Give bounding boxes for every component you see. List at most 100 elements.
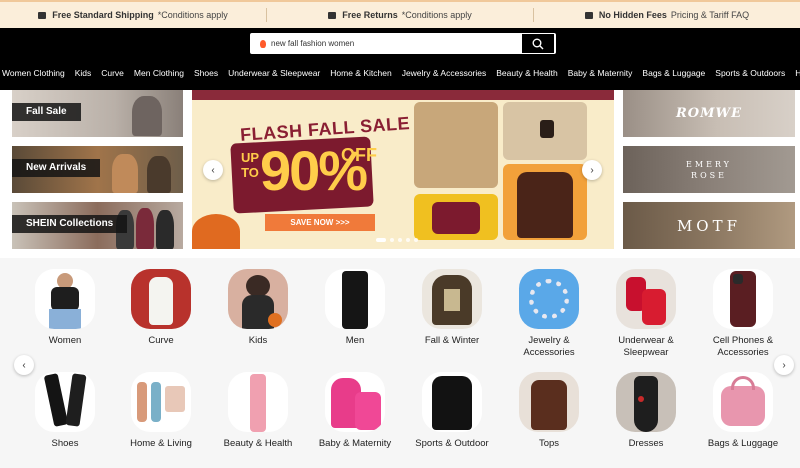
category-label: Cell Phones & Accessories: [712, 335, 774, 358]
promo-bar: Free Standard Shipping *Conditions apply…: [0, 0, 800, 28]
category-item[interactable]: Men: [311, 269, 399, 347]
category-item[interactable]: Home & Living: [117, 372, 205, 450]
category-item[interactable]: Cell Phones & Accessories: [699, 269, 787, 359]
promo-title: No Hidden Fees: [598, 10, 667, 20]
promo-no-hidden-fees[interactable]: No Hidden Fees Pricing & Tariff FAQ: [534, 10, 800, 20]
category-item[interactable]: Shoes: [21, 372, 109, 450]
nav-item[interactable]: Curve: [96, 66, 129, 80]
promo-sub: *Conditions apply: [401, 10, 472, 20]
promo-title: Free Standard Shipping: [52, 10, 154, 20]
carousel-dot[interactable]: [376, 238, 386, 242]
nav-item[interactable]: Jewelry & Accessories: [397, 66, 492, 80]
search-button[interactable]: [522, 34, 554, 53]
save-now-button[interactable]: SAVE NOW >>>: [265, 214, 375, 231]
category-label: Beauty & Health: [223, 438, 293, 449]
category-item[interactable]: Baby & Maternity: [311, 372, 399, 450]
category-label: Fall & Winter: [424, 335, 480, 346]
brand-romwe-tile[interactable]: ROMWE: [623, 90, 795, 137]
nav-item[interactable]: Underwear & Sleepwear: [223, 66, 325, 80]
category-image: [228, 372, 288, 432]
nav-item[interactable]: Beauty & Health: [491, 66, 562, 80]
nav-item[interactable]: Shoes: [189, 66, 223, 80]
category-label: Shoes: [51, 438, 79, 449]
product-blanket-image: [414, 102, 498, 188]
carousel-dots[interactable]: [376, 238, 418, 242]
category-next-button[interactable]: ›: [774, 355, 794, 375]
nav-item[interactable]: Women Clothing: [0, 66, 70, 80]
search-input[interactable]: new fall fashion women: [271, 39, 522, 48]
category-label: Dresses: [628, 438, 664, 449]
shein-collections-tile[interactable]: SHEIN Collections: [12, 202, 183, 249]
category-image: [519, 269, 579, 329]
category-label: Tops: [538, 438, 560, 449]
nav-item[interactable]: Kids: [70, 66, 97, 80]
category-prev-button[interactable]: ‹: [14, 355, 34, 375]
category-image: [422, 269, 482, 329]
category-image: [131, 269, 191, 329]
category-item[interactable]: Kids: [214, 269, 302, 347]
brand-logo: ROMWE: [675, 106, 743, 121]
category-item[interactable]: Sports & Outdoor: [408, 372, 496, 450]
category-item[interactable]: Women: [21, 269, 109, 347]
search-bar[interactable]: new fall fashion women: [250, 33, 556, 54]
nav-item[interactable]: Baby & Maternity: [563, 66, 638, 80]
nav-item[interactable]: Bags & Luggage: [637, 66, 710, 80]
category-image: [616, 372, 676, 432]
nav-item[interactable]: Home & Kitchen: [325, 66, 396, 80]
decorative-wave: [192, 90, 614, 100]
category-label: Sports & Outdoor: [415, 438, 489, 449]
category-item[interactable]: Bags & Luggage: [699, 372, 787, 450]
bag-icon: [432, 202, 480, 234]
category-image: [519, 372, 579, 432]
model-image: [147, 156, 171, 193]
fall-sale-tile[interactable]: Fall Sale: [12, 90, 183, 137]
category-item[interactable]: Tops: [505, 372, 593, 450]
category-label: Home & Living: [130, 438, 192, 449]
banner-area: Fall Sale New Arrivals SHEIN Collections…: [0, 90, 800, 258]
carousel-dot[interactable]: [406, 238, 410, 242]
hero-next-button[interactable]: ›: [582, 160, 602, 180]
site-header: new fall fashion women Women Clothing Ki…: [0, 28, 800, 90]
category-image: [131, 372, 191, 432]
category-image: [35, 269, 95, 329]
category-label: Underwear & Sleepwear: [618, 335, 674, 358]
category-item[interactable]: Fall & Winter: [408, 269, 496, 347]
nav-item[interactable]: Sports & Outdoors: [710, 66, 790, 80]
chevron-left-icon: ‹: [22, 359, 26, 371]
carousel-dot[interactable]: [390, 238, 394, 242]
carousel-dot[interactable]: [414, 238, 418, 242]
category-item[interactable]: Jewelry & Accessories: [505, 269, 593, 359]
receipt-icon: [584, 11, 593, 19]
candle-icon: [540, 120, 554, 138]
category-label: Baby & Maternity: [318, 438, 392, 449]
promo-free-shipping[interactable]: Free Standard Shipping *Conditions apply: [0, 10, 266, 20]
brand-emery-rose-tile[interactable]: EMERY ROSE: [623, 146, 795, 193]
model-image: [132, 96, 162, 136]
search-icon: [532, 38, 544, 49]
brand-motf-tile[interactable]: MOTF: [623, 202, 795, 249]
category-item[interactable]: Beauty & Health: [214, 372, 302, 450]
nav-item[interactable]: Home Textil: [790, 66, 800, 80]
category-image: [228, 269, 288, 329]
category-item[interactable]: Curve: [117, 269, 205, 347]
category-image: [325, 269, 385, 329]
category-image: [325, 372, 385, 432]
flash-sale-hero[interactable]: FLASH FALL SALE UP TO 90% OFF SAVE NOW >…: [192, 90, 614, 249]
hero-prev-button[interactable]: ‹: [203, 160, 223, 180]
category-label: Bags & Luggage: [707, 438, 779, 449]
category-item[interactable]: Dresses: [602, 372, 690, 450]
tile-label: SHEIN Collections: [12, 215, 128, 233]
chevron-right-icon: ›: [590, 164, 594, 176]
category-item[interactable]: Underwear & Sleepwear: [602, 269, 690, 359]
truck-icon: [38, 11, 47, 19]
category-label: Men: [345, 335, 365, 346]
model-image: [112, 154, 138, 193]
nav-item[interactable]: Men Clothing: [129, 66, 189, 80]
carousel-dot[interactable]: [398, 238, 402, 242]
cardigan-icon: [517, 172, 573, 238]
new-arrivals-tile[interactable]: New Arrivals: [12, 146, 183, 193]
tile-label: New Arrivals: [12, 159, 101, 177]
model-image: [156, 210, 174, 249]
promo-sub: Pricing & Tariff FAQ: [670, 10, 750, 20]
promo-free-returns[interactable]: Free Returns *Conditions apply: [267, 10, 533, 20]
